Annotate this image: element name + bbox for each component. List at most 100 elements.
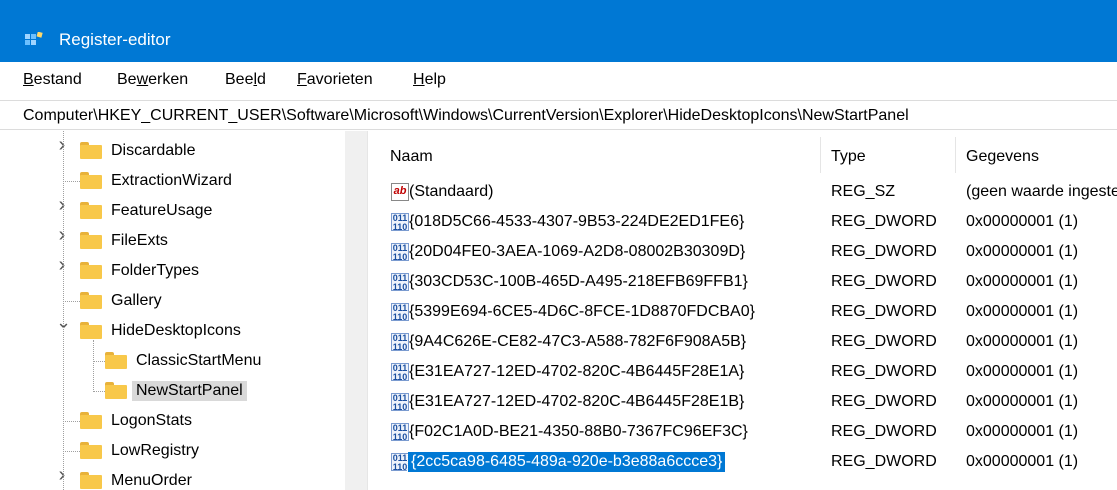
value-type: REG_DWORD — [831, 243, 937, 260]
tree-scrollbar[interactable] — [345, 131, 367, 490]
value-data: 0x00000001 (1) — [966, 453, 1079, 470]
value-name: {2cc5ca98-6485-489a-920e-b3e88a6ccce3} — [406, 451, 727, 473]
binary-value-icon: 011 110 — [391, 213, 409, 232]
binary-value-icon: 011 110 — [391, 243, 409, 262]
tree-item[interactable]: › FolderTypes — [0, 255, 345, 286]
value-type: REG_DWORD — [831, 423, 937, 440]
tree-item-label: FileExts — [111, 232, 168, 249]
column-header-data[interactable]: Gegevens — [966, 147, 1039, 167]
tree-item[interactable]: LogonStats — [0, 406, 345, 436]
menu-bewerken[interactable]: Bewerken — [117, 70, 188, 90]
values-list[interactable]: Naam Type Gegevens ab (Standaard) REG_SZ (g… — [371, 131, 1117, 490]
column-divider[interactable] — [955, 137, 956, 173]
folder-icon — [80, 412, 102, 429]
chevron-right-icon[interactable]: › — [56, 225, 68, 245]
table-row[interactable]: 011 110 {E31EA727-12ED-4702-820C-4B6445F28… — [371, 357, 1117, 387]
tree-item[interactable]: › FeatureUsage — [0, 195, 345, 226]
tree-connector — [63, 451, 80, 452]
chevron-right-icon[interactable]: › — [56, 135, 68, 155]
binary-value-icon: 011 110 — [391, 333, 409, 352]
key-tree[interactable]: › Discardable ExtractionWizard › FeatureUsag… — [0, 131, 345, 490]
table-row[interactable]: 011 110 {E31EA727-12ED-4702-820C-4B6445F28… — [371, 387, 1117, 417]
binary-value-icon: 011 110 — [391, 303, 409, 322]
address-path[interactable]: Computer\HKEY_CURRENT_USER\Software\Micr… — [23, 106, 909, 126]
folder-icon — [105, 382, 127, 399]
folder-icon — [80, 262, 102, 279]
tree-item[interactable]: ClassicStartMenu — [0, 346, 345, 376]
value-data: 0x00000001 (1) — [966, 333, 1079, 350]
menu-help[interactable]: Help — [413, 70, 446, 90]
value-data: 0x00000001 (1) — [966, 423, 1079, 440]
folder-icon — [80, 142, 102, 159]
chevron-down-icon[interactable]: ⌄ — [56, 313, 71, 331]
tree-item-label: FeatureUsage — [111, 202, 213, 219]
tree-item[interactable]: › MenuOrder — [0, 465, 345, 490]
tree-item[interactable]: Gallery — [0, 286, 345, 316]
tree-item-label: Gallery — [111, 292, 162, 309]
tree-item[interactable]: LowRegistry — [0, 436, 345, 466]
tree-connector — [93, 391, 105, 392]
value-data: 0x00000001 (1) — [966, 243, 1079, 260]
value-type: REG_DWORD — [831, 363, 937, 380]
tree-item-label: HideDesktopIcons — [111, 322, 241, 339]
tree-item[interactable]: › FileExts — [0, 225, 345, 256]
value-name: (Standaard) — [409, 183, 494, 200]
registry-editor-icon — [25, 32, 43, 45]
binary-value-icon: 011 110 — [391, 363, 409, 382]
folder-icon — [80, 232, 102, 249]
value-name: {9A4C626E-CE82-47C3-A588-782F6F908A5B} — [409, 333, 747, 350]
value-type: REG_DWORD — [831, 393, 937, 410]
tree-item-label: FolderTypes — [111, 262, 200, 279]
column-header-name[interactable]: Naam — [390, 147, 433, 167]
string-value-icon: ab — [391, 183, 409, 201]
menu-beeld[interactable]: Beeld — [225, 70, 266, 90]
value-name: {303CD53C-100B-465D-A495-218EFB69FFB1} — [409, 273, 748, 290]
table-row[interactable]: 011 110 {2cc5ca98-6485-489a-920e-b3e88a6cc… — [371, 447, 1117, 477]
column-divider[interactable] — [820, 137, 821, 173]
chevron-right-icon[interactable]: › — [56, 195, 68, 215]
tree-connector — [63, 181, 80, 182]
binary-value-icon: 011 110 — [391, 393, 409, 412]
tree-connector — [63, 301, 80, 302]
value-name: {018D5C66-4533-4307-9B53-224DE2ED1FE6} — [409, 213, 745, 230]
menu-favorieten[interactable]: Favorieten — [297, 70, 373, 90]
tree-item[interactable]: ExtractionWizard — [0, 166, 345, 196]
table-row[interactable]: 011 110 {303CD53C-100B-465D-A495-218EFB69F… — [371, 267, 1117, 297]
tree-item[interactable]: ⌄ HideDesktopIcons — [0, 313, 345, 346]
address-bar[interactable]: Computer\HKEY_CURRENT_USER\Software\Micr… — [0, 100, 1117, 130]
table-row[interactable]: 011 110 {20D04FE0-3AEA-1069-A2D8-08002B303… — [371, 237, 1117, 267]
menu-bar: Bestand Bewerken Beeld Favorieten Help — [0, 62, 1117, 98]
table-row[interactable]: 011 110 {F02C1A0D-BE21-4350-88B0-7367FC96E… — [371, 417, 1117, 447]
table-row[interactable]: 011 110 {9A4C626E-CE82-47C3-A588-782F6F908… — [371, 327, 1117, 357]
folder-icon — [105, 352, 127, 369]
table-row[interactable]: 011 110 {5399E694-6CE5-4D6C-8FCE-1D8870FDC… — [371, 297, 1117, 327]
folder-icon — [80, 172, 102, 189]
tree-item-label: Discardable — [111, 142, 196, 159]
value-data: 0x00000001 (1) — [966, 363, 1079, 380]
table-row[interactable]: ab(Standaard) REG_SZ (geen waarde ingestel… — [371, 177, 1117, 207]
tree-item-label: ClassicStartMenu — [136, 352, 262, 369]
tree-connector — [63, 131, 64, 490]
value-data: 0x00000001 (1) — [966, 273, 1079, 290]
value-type: REG_SZ — [831, 183, 896, 200]
folder-icon — [80, 472, 102, 489]
folder-icon — [80, 442, 102, 459]
value-name: {E31EA727-12ED-4702-820C-4B6445F28E1B} — [409, 393, 745, 410]
title-bar[interactable]: Register-editor — [0, 0, 1117, 62]
value-type: REG_DWORD — [831, 213, 937, 230]
window-title: Register-editor — [59, 30, 171, 49]
tree-item-label: LogonStats — [111, 412, 192, 429]
value-type: REG_DWORD — [831, 303, 937, 320]
tree-connector — [93, 340, 94, 390]
value-type: REG_DWORD — [831, 333, 937, 350]
table-row[interactable]: 011 110 {018D5C66-4533-4307-9B53-224DE2ED1… — [371, 207, 1117, 237]
menu-bestand[interactable]: Bestand — [23, 70, 82, 90]
chevron-right-icon[interactable]: › — [56, 465, 68, 485]
tree-item[interactable]: NewStartPanel — [0, 376, 345, 406]
column-header-type[interactable]: Type — [831, 147, 866, 167]
value-type: REG_DWORD — [831, 273, 937, 290]
binary-value-icon: 011 110 — [391, 423, 409, 442]
binary-value-icon: 011 110 — [391, 453, 409, 472]
chevron-right-icon[interactable]: › — [56, 255, 68, 275]
tree-item[interactable]: › Discardable — [0, 135, 345, 166]
